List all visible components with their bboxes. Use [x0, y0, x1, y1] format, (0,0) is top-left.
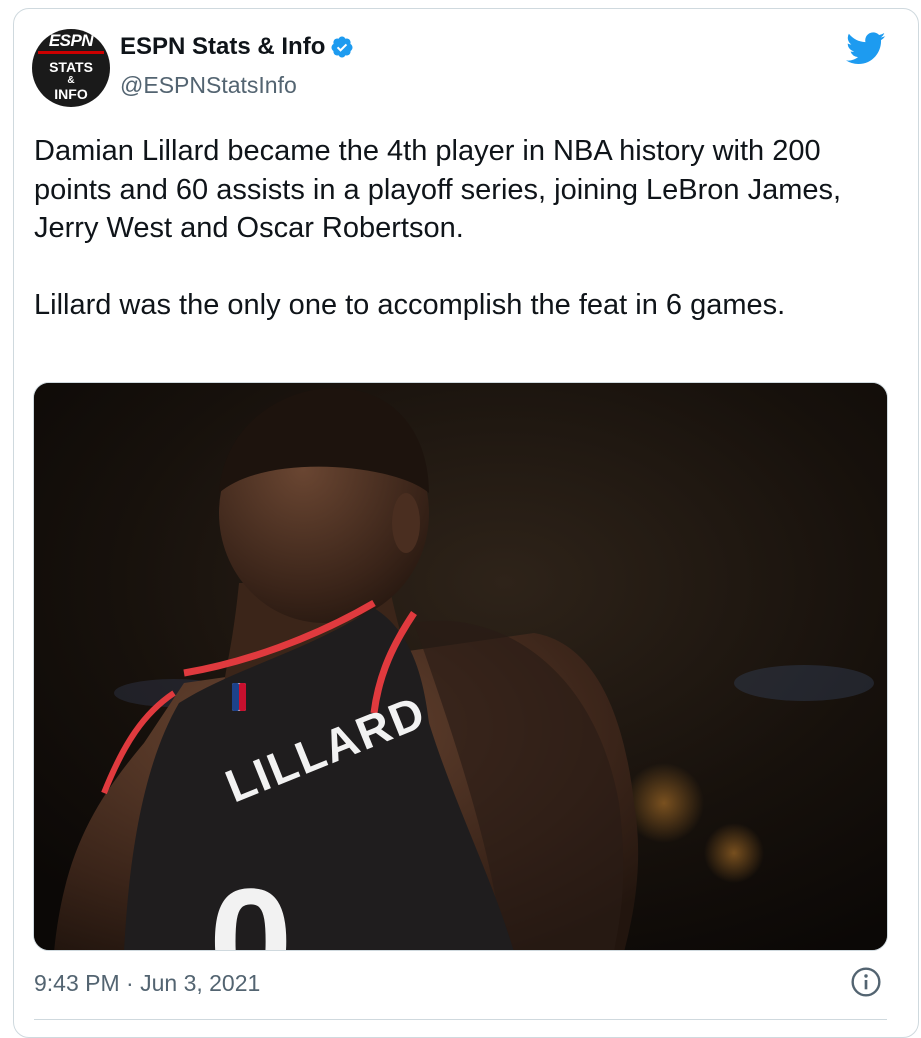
avatar-stats-text: STATS: [49, 59, 93, 75]
avatar-ampersand-text: &: [67, 75, 75, 86]
lillard-jersey-photo: LILLARD 0: [34, 383, 887, 951]
twitter-bird-icon[interactable]: [846, 32, 886, 66]
avatar-red-bar: [38, 51, 104, 54]
verified-badge-icon: [331, 36, 353, 58]
author-display-name[interactable]: ESPN Stats & Info: [120, 33, 325, 61]
divider: [34, 1019, 887, 1020]
tweet-text-paragraph: Lillard was the only one to accomplish t…: [34, 288, 786, 321]
tweet-photo[interactable]: LILLARD 0: [33, 382, 888, 951]
info-icon[interactable]: [850, 966, 882, 998]
tweet-timestamp[interactable]: 9:43 PM · Jun 3, 2021: [34, 970, 260, 997]
avatar-espn-wordmark: ESPN: [48, 31, 94, 50]
avatar[interactable]: ESPN STATS & INFO: [32, 29, 110, 107]
author-name-row[interactable]: ESPN Stats & Info: [120, 33, 354, 61]
avatar-info-text: INFO: [54, 86, 88, 102]
author-handle[interactable]: @ESPNStatsInfo: [120, 72, 297, 99]
tweet-text: Damian Lillard became the 4th player in …: [34, 132, 889, 324]
jersey-number: 0: [209, 857, 292, 951]
tweet-text-paragraph: Damian Lillard became the 4th player in …: [34, 135, 842, 244]
